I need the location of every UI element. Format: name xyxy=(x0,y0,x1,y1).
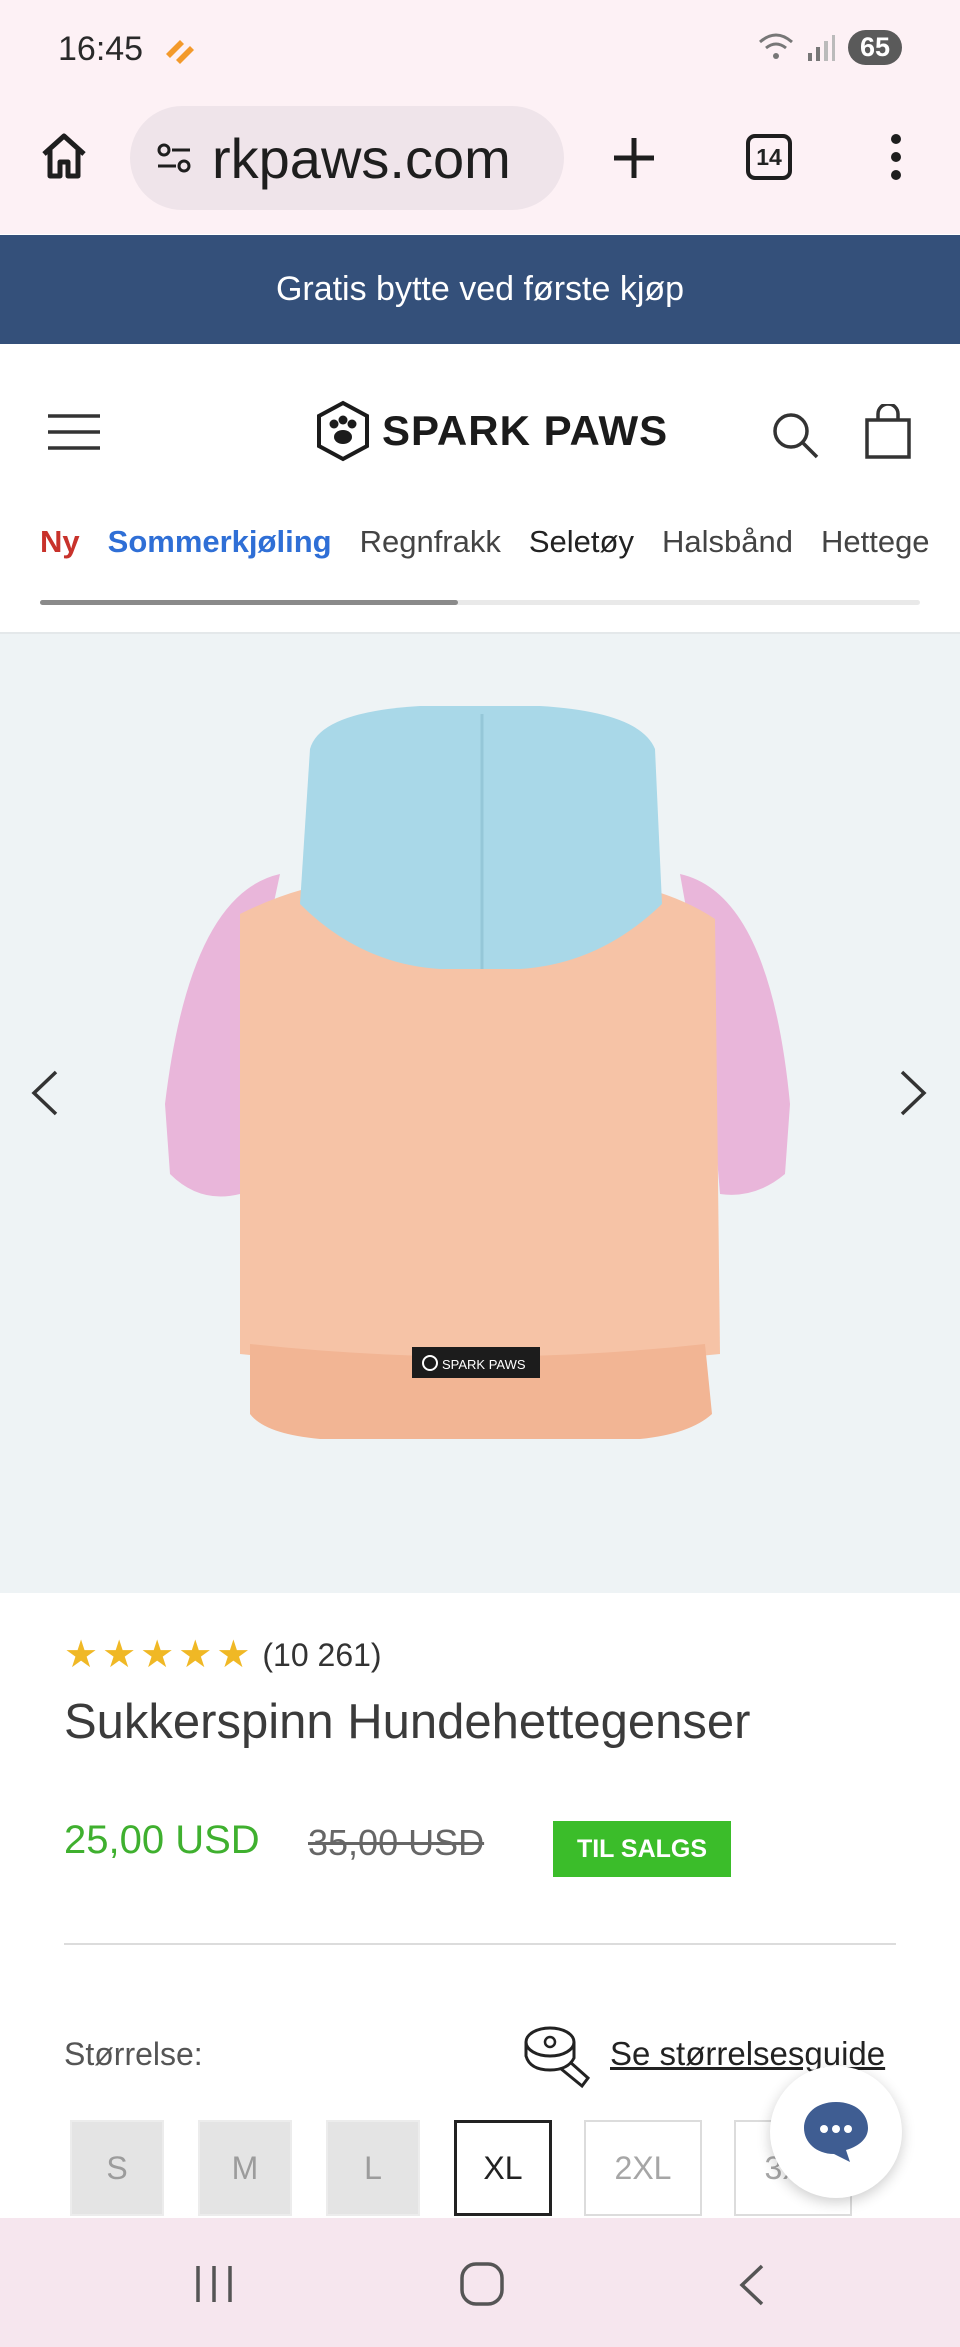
star-icon: ★ xyxy=(140,1634,175,1676)
more-vert-icon xyxy=(891,134,901,180)
size-option-2xl[interactable]: 2XL xyxy=(584,2120,702,2216)
sale-badge: TIL SALGS xyxy=(553,1821,731,1877)
hamburger-icon xyxy=(48,414,100,450)
divider xyxy=(64,1943,896,1945)
paw-logo-icon xyxy=(317,400,369,462)
nav-item-halsband[interactable]: Halsbånd xyxy=(662,524,793,560)
cart-button[interactable] xyxy=(864,402,912,465)
home-icon xyxy=(42,133,86,179)
rating[interactable]: ★ ★ ★ ★ ★ (10 261) xyxy=(64,1636,382,1674)
nav-item-hettegenser[interactable]: Hettege xyxy=(821,524,930,560)
nav-item-sommerkjoling[interactable]: Sommerkjøling xyxy=(108,524,332,560)
chat-bubble-icon xyxy=(804,2102,868,2162)
logo-text: SPARK PAWS xyxy=(382,407,669,454)
status-icons: 65 xyxy=(758,30,902,65)
chevron-left-icon xyxy=(31,1070,58,1116)
browser-menu-button[interactable] xyxy=(884,132,908,187)
size-option-m[interactable]: M xyxy=(198,2120,292,2216)
menu-button[interactable] xyxy=(46,412,102,457)
star-icon: ★ xyxy=(102,1634,137,1676)
nav-item-regnfrakk[interactable]: Regnfrakk xyxy=(360,524,501,560)
tab-switcher-button[interactable]: 14 xyxy=(746,134,792,180)
star-icon: ★ xyxy=(178,1634,213,1676)
search-button[interactable] xyxy=(770,410,820,465)
star-icon: ★ xyxy=(216,1634,251,1676)
gallery-next-button[interactable] xyxy=(896,1068,930,1123)
search-icon xyxy=(773,413,819,459)
chat-button[interactable] xyxy=(770,2066,902,2198)
nav-item-seletoy[interactable]: Seletøy xyxy=(529,524,634,560)
system-home-icon xyxy=(460,2262,504,2306)
promo-text: Gratis bytte ved første kjøp xyxy=(275,270,685,308)
chevron-right-icon xyxy=(900,1070,927,1116)
home-button[interactable] xyxy=(38,130,90,187)
site-header xyxy=(0,344,960,630)
site-settings-icon[interactable] xyxy=(154,138,194,178)
product-gallery: SPARK PAWS xyxy=(0,632,960,1593)
measuring-tape-icon xyxy=(524,2026,590,2089)
system-back-button[interactable] xyxy=(736,2262,768,2313)
site-logo[interactable]: SPARK PAWS xyxy=(314,400,668,462)
promo-banner: Gratis bytte ved første kjøp xyxy=(0,235,960,344)
category-nav: Ny Sommerkjøling Regnfrakk Seletøy Halsb… xyxy=(40,524,930,560)
size-option-l[interactable]: L xyxy=(326,2120,420,2216)
back-icon xyxy=(739,2264,764,2306)
review-count[interactable]: (10 261) xyxy=(262,1637,381,1674)
status-time: 16:45 xyxy=(58,30,144,68)
new-tab-button[interactable] xyxy=(608,132,660,189)
app-notification-icon xyxy=(162,34,198,75)
sale-price: 25,00 USD xyxy=(64,1818,260,1862)
nav-scroll-thumb[interactable] xyxy=(40,600,458,605)
signal-icon xyxy=(807,34,835,61)
plus-icon xyxy=(614,138,654,178)
size-option-xl[interactable]: XL xyxy=(454,2120,552,2216)
garment-label-text: SPARK PAWS xyxy=(442,1357,526,1372)
recent-apps-button[interactable] xyxy=(192,2262,236,2311)
star-icon: ★ xyxy=(64,1634,99,1676)
address-bar[interactable]: rkpaws.com xyxy=(130,106,564,210)
system-home-button[interactable] xyxy=(458,2260,506,2313)
battery-indicator: 65 xyxy=(847,30,902,65)
product-title: Sukkerspinn Hundehettegenser xyxy=(64,1695,751,1749)
url-text[interactable]: rkpaws.com xyxy=(212,126,511,191)
shopping-bag-icon xyxy=(865,402,911,459)
original-price: 35,00 USD xyxy=(308,1822,485,1863)
recents-icon xyxy=(196,2266,232,2302)
product-image[interactable]: SPARK PAWS xyxy=(0,634,960,1595)
wifi-icon xyxy=(758,33,793,59)
gallery-prev-button[interactable] xyxy=(28,1068,62,1123)
size-label: Størrelse: xyxy=(64,2036,203,2072)
size-option-s[interactable]: S xyxy=(70,2120,164,2216)
nav-item-ny[interactable]: Ny xyxy=(40,524,80,560)
